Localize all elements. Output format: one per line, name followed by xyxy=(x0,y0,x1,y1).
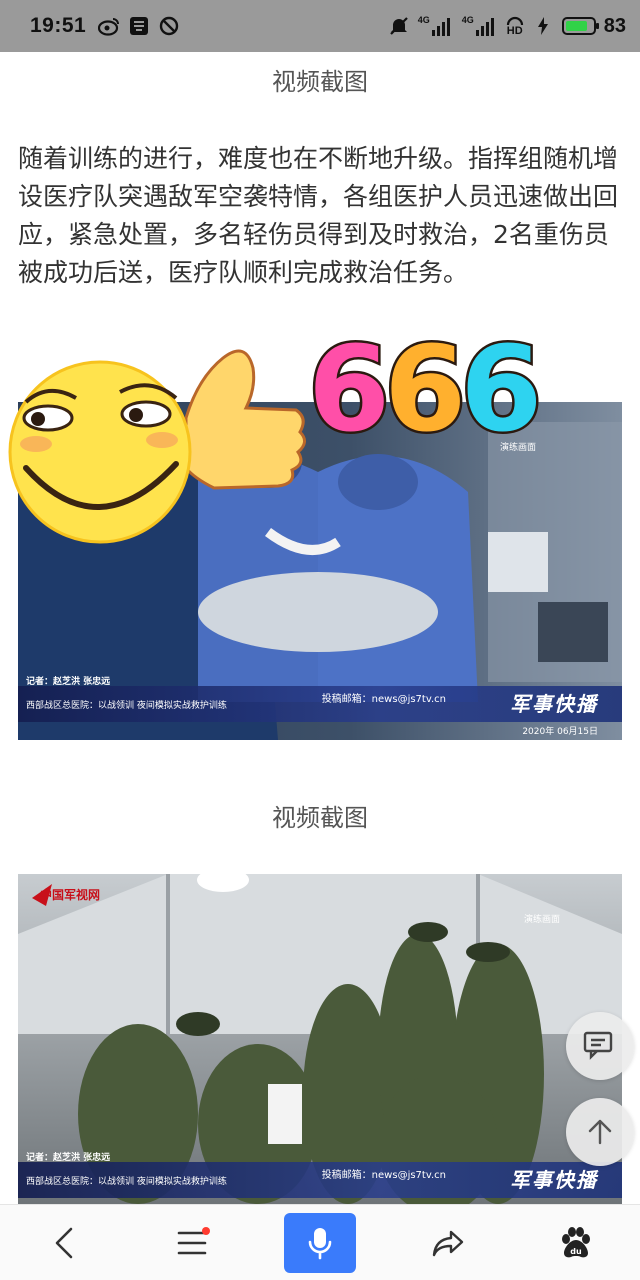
broadcast-date: 2020年 06月15日 xyxy=(522,727,598,737)
back-button[interactable] xyxy=(28,1213,100,1273)
tv-brand: 军事快播 xyxy=(510,692,598,716)
tv-brand: 军事快播 xyxy=(510,1168,598,1192)
hd-icon: HD xyxy=(506,16,524,37)
ticker-headline: 西部战区总医院：以战领训 夜间模拟实战救护训练 xyxy=(26,700,227,711)
paw-icon: du xyxy=(562,1226,590,1257)
666-text: 666 xyxy=(305,318,545,461)
share-button[interactable] xyxy=(412,1213,484,1273)
arrow-up-icon xyxy=(588,1119,612,1145)
666-sticker: 666 xyxy=(305,318,545,461)
menu-button[interactable] xyxy=(156,1213,228,1273)
ticker-headline: 西部战区总医院：以战领训 夜间模拟实战救护训练 xyxy=(26,1176,227,1187)
status-left-icons xyxy=(98,15,180,37)
battery-level xyxy=(565,21,588,31)
share-icon xyxy=(432,1230,464,1256)
battery-percent: 83 xyxy=(603,14,626,37)
image-caption: 视频截图 xyxy=(272,68,368,96)
status-time: 19:51 xyxy=(30,14,87,37)
666-digit: 6 xyxy=(382,318,469,461)
hd-label: HD xyxy=(506,24,523,37)
mute-icon xyxy=(388,15,410,37)
thumbs-up-emoji-sticker xyxy=(8,349,306,544)
signal-bars-icon xyxy=(431,18,450,36)
baidu-label: du xyxy=(570,1247,582,1256)
channel-logo: 中国军视网 xyxy=(40,888,101,902)
notification-dot xyxy=(202,1226,210,1235)
666-digit: 6 xyxy=(458,318,545,461)
signal-2: 4G xyxy=(462,16,498,36)
chevron-left-icon xyxy=(55,1227,73,1258)
bottom-nav: du xyxy=(0,1204,640,1280)
article-content[interactable]: 视频截图 随着训练的进行，难度也在不断地升级。指挥组随机增设医疗队突遇敌军空袭特… xyxy=(0,52,640,1204)
microphone-icon xyxy=(308,1227,332,1259)
comment-button[interactable] xyxy=(566,1012,634,1080)
baidu-button[interactable]: du xyxy=(540,1213,612,1273)
no-disturb-icon xyxy=(158,15,180,37)
battery-icon xyxy=(561,17,599,35)
status-bar: 19:51 4G 4G HD 83 xyxy=(0,0,640,52)
status-right: 4G 4G HD 83 xyxy=(388,15,626,38)
signal-1: 4G xyxy=(418,16,454,36)
network-type-2: 4G xyxy=(461,15,474,25)
voice-search-button[interactable] xyxy=(284,1212,356,1273)
ticker-email: 投稿邮箱：news@js7tv.cn xyxy=(321,1170,446,1181)
signal-bars-icon xyxy=(475,18,494,36)
comment-icon xyxy=(583,1031,613,1060)
app-icon xyxy=(128,15,150,37)
news-ticker: 西部战区总医院：以战领训 夜间模拟实战救护训练 投稿邮箱：news@js7tv.… xyxy=(18,1162,622,1198)
charging-icon xyxy=(532,15,554,37)
weibo-icon xyxy=(98,15,120,37)
666-digit: 6 xyxy=(305,318,392,461)
drill-label: 演练画面 xyxy=(523,915,560,925)
image-caption-2: 视频截图 xyxy=(272,804,368,832)
article-photo-2[interactable]: 中国军视网 演练画面 记者：赵芝洪 张忠远 西部战区总医院：以战领训 夜间模拟实… xyxy=(18,874,622,1204)
back-to-top-button[interactable] xyxy=(566,1098,634,1166)
article-paragraph: 随着训练的进行，难度也在不断地升级。指挥组随机增设医疗队突遇敌军空袭特情，各组医… xyxy=(18,144,619,287)
ticker-email: 投稿邮箱：news@js7tv.cn xyxy=(321,694,446,705)
network-type-1: 4G xyxy=(417,15,430,25)
news-ticker: 西部战区总医院：以战领训 夜间模拟实战救护训练 投稿邮箱：news@js7tv.… xyxy=(18,686,622,722)
